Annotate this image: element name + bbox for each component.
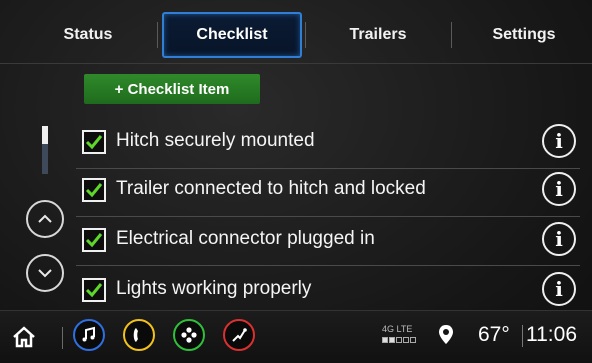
phone-handset-glyph: [133, 328, 138, 342]
tab-checklist-label: Checklist: [196, 26, 268, 43]
checkmark-icon: [85, 233, 103, 248]
navigation-icon[interactable]: [223, 319, 255, 351]
checkbox[interactable]: [82, 178, 106, 202]
tab-checklist[interactable]: Checklist: [162, 12, 302, 58]
signal-strength: [382, 337, 416, 343]
checkmark-icon: [85, 135, 103, 150]
tab-settings[interactable]: Settings: [470, 12, 578, 58]
checklist-item[interactable]: Electrical connector plugged in i: [76, 216, 584, 264]
phone-icon[interactable]: [123, 319, 155, 351]
checklist-item-label: Lights working properly: [116, 278, 312, 299]
checklist-item[interactable]: Hitch securely mounted i: [76, 118, 584, 166]
music-icon[interactable]: [73, 319, 105, 351]
chevron-down-icon: [38, 269, 52, 278]
checkbox[interactable]: [82, 278, 106, 302]
bar-divider: [62, 327, 63, 349]
checkmark-icon: [85, 183, 103, 198]
music-note-glyph: [82, 326, 95, 342]
apps-glyph: [181, 327, 197, 343]
tab-divider: [305, 22, 306, 48]
apps-icon[interactable]: [173, 319, 205, 351]
clock: 11:06: [526, 323, 577, 346]
checklist-item[interactable]: Trailer connected to hitch and locked i: [76, 166, 584, 214]
add-checklist-item-label: + Checklist Item: [114, 80, 230, 98]
signal-bar: [389, 337, 395, 343]
signal-bar: [403, 337, 409, 343]
clock-divider: [522, 325, 523, 347]
tab-divider: [157, 22, 158, 48]
info-icon[interactable]: i: [542, 124, 576, 158]
tab-trailers[interactable]: Trailers: [320, 12, 436, 58]
home-icon[interactable]: [10, 323, 38, 351]
tab-settings-label: Settings: [492, 26, 556, 43]
tab-bar: Status Checklist Trailers Settings: [0, 0, 592, 64]
checkbox[interactable]: [82, 228, 106, 252]
tab-status[interactable]: Status: [40, 12, 136, 58]
trailering-screen: Status Checklist Trailers Settings + Che…: [0, 0, 592, 363]
tab-divider: [451, 22, 452, 48]
checklist-item[interactable]: Lights working properly i: [76, 266, 584, 314]
signal-bar: [410, 337, 416, 343]
add-checklist-item-button[interactable]: + Checklist Item: [84, 74, 260, 104]
info-icon[interactable]: i: [542, 272, 576, 306]
info-icon[interactable]: i: [542, 222, 576, 256]
network-label: 4G LTE: [382, 324, 413, 334]
tab-trailers-label: Trailers: [349, 26, 407, 43]
tab-underline: [0, 63, 592, 64]
signal-bar: [382, 337, 388, 343]
checkbox[interactable]: [82, 130, 106, 154]
checklist-item-label: Trailer connected to hitch and locked: [116, 178, 426, 199]
tab-status-label: Status: [63, 26, 113, 43]
info-icon[interactable]: i: [542, 172, 576, 206]
checklist-item-label: Electrical connector plugged in: [116, 228, 375, 249]
checklist-item-label: Hitch securely mounted: [116, 130, 315, 151]
location-pin-icon: [439, 325, 453, 344]
route-glyph: [232, 328, 247, 342]
bottom-bar: 4G LTE 67° 11:06: [0, 310, 592, 363]
signal-bar: [396, 337, 402, 343]
checkmark-icon: [85, 283, 103, 298]
chevron-up-icon: [38, 214, 52, 223]
scroll-thumb[interactable]: [42, 126, 48, 144]
scroll-up-button[interactable]: [26, 200, 64, 238]
temperature: 67°: [478, 323, 510, 346]
scroll-down-button[interactable]: [26, 254, 64, 292]
